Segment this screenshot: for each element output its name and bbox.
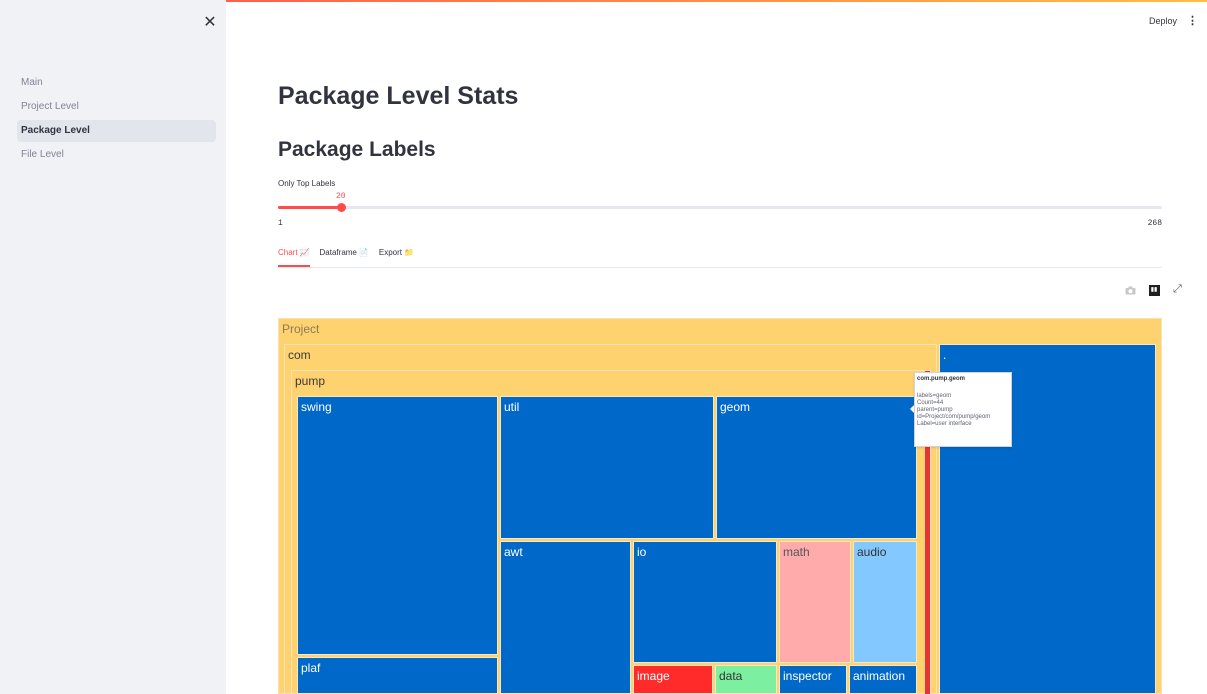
treemap-node-image[interactable]: image [633, 665, 713, 694]
tab-dataframe-label: Dataframe [319, 248, 357, 257]
treemap-node-util[interactable]: util [500, 396, 714, 539]
tab-chart[interactable]: Chart 📈 [278, 244, 310, 267]
sidebar-nav: Main Project Level Package Level File Le… [17, 72, 216, 168]
tab-dataframe[interactable]: Dataframe 📄 [320, 244, 369, 267]
sidebar-item-file-level[interactable]: File Level [17, 144, 216, 166]
tab-export[interactable]: Export 📁 [379, 244, 414, 267]
sidebar-item-package-level[interactable]: Package Level [17, 120, 216, 142]
treemap-node-math[interactable]: math [779, 541, 851, 663]
treemap-node-animation[interactable]: animation [849, 665, 917, 694]
tooltip-line: parent=pump [917, 407, 953, 413]
treemap-node-data[interactable]: data [715, 665, 777, 694]
sidebar: ✕ Main Project Level Package Level File … [0, 0, 226, 694]
close-sidebar-icon[interactable]: ✕ [201, 14, 219, 32]
tooltip-line: id=Project/com/pump/geom [917, 414, 991, 420]
slider-current-value: 20 [336, 192, 346, 201]
top-labels-slider[interactable] [278, 203, 1162, 212]
camera-icon[interactable] [1124, 284, 1136, 296]
tab-bar: Chart 📈 Dataframe 📄 Export 📁 [278, 244, 1162, 268]
tooltip-line: Count=44 [917, 400, 944, 406]
tooltip-title: com.pump.geom [917, 376, 966, 382]
treemap-node-plaf[interactable]: plaf [297, 657, 498, 694]
hover-tooltip: com.pump.geom labels=geom Count=44 paren… [914, 372, 1012, 447]
tab-export-label: Export [378, 248, 402, 257]
tooltip-line: Label=user interface [917, 421, 972, 427]
treemap-node-swing[interactable]: swing [297, 396, 498, 655]
treemap-node-audio[interactable]: audio [853, 541, 917, 663]
sidebar-item-project-level[interactable]: Project Level [17, 96, 216, 118]
slider-min-value: 1 [278, 219, 283, 228]
treemap-node-awt[interactable]: awt [500, 541, 631, 694]
treemap-node-inspector[interactable]: inspector [779, 665, 847, 694]
plotly-logo-icon[interactable]: ▮▮ [1148, 284, 1160, 296]
main-menu-icon[interactable]: ⋮ [1187, 14, 1198, 27]
slider-label: Only Top Labels [278, 179, 336, 188]
slider-thumb[interactable] [336, 203, 346, 212]
treemap-node-geom[interactable]: geom [716, 396, 917, 539]
header-actions: Deploy ⋮ [1149, 14, 1198, 27]
treemap-node-io[interactable]: io [633, 541, 777, 663]
deploy-button[interactable]: Deploy [1149, 16, 1177, 26]
chart-toolbar: ▮▮ [1124, 284, 1160, 296]
fullscreen-icon[interactable]: ⤢ [1173, 283, 1182, 296]
page-emoji-icon: 📄 [358, 248, 369, 257]
slider-max-value: 268 [1147, 219, 1162, 228]
folder-emoji-icon: 📁 [403, 248, 414, 257]
tooltip-line: labels=geom [917, 393, 952, 399]
slider-fill [278, 206, 341, 209]
tab-chart-label: Chart [278, 248, 298, 257]
chart-emoji-icon: 📈 [299, 248, 310, 257]
section-heading: Package Labels [278, 138, 436, 161]
page-title: Package Level Stats [278, 82, 519, 110]
sidebar-item-main[interactable]: Main [17, 72, 216, 94]
treemap-chart[interactable]: Project com. pump swing util geom awt io math aud… [278, 318, 1162, 694]
